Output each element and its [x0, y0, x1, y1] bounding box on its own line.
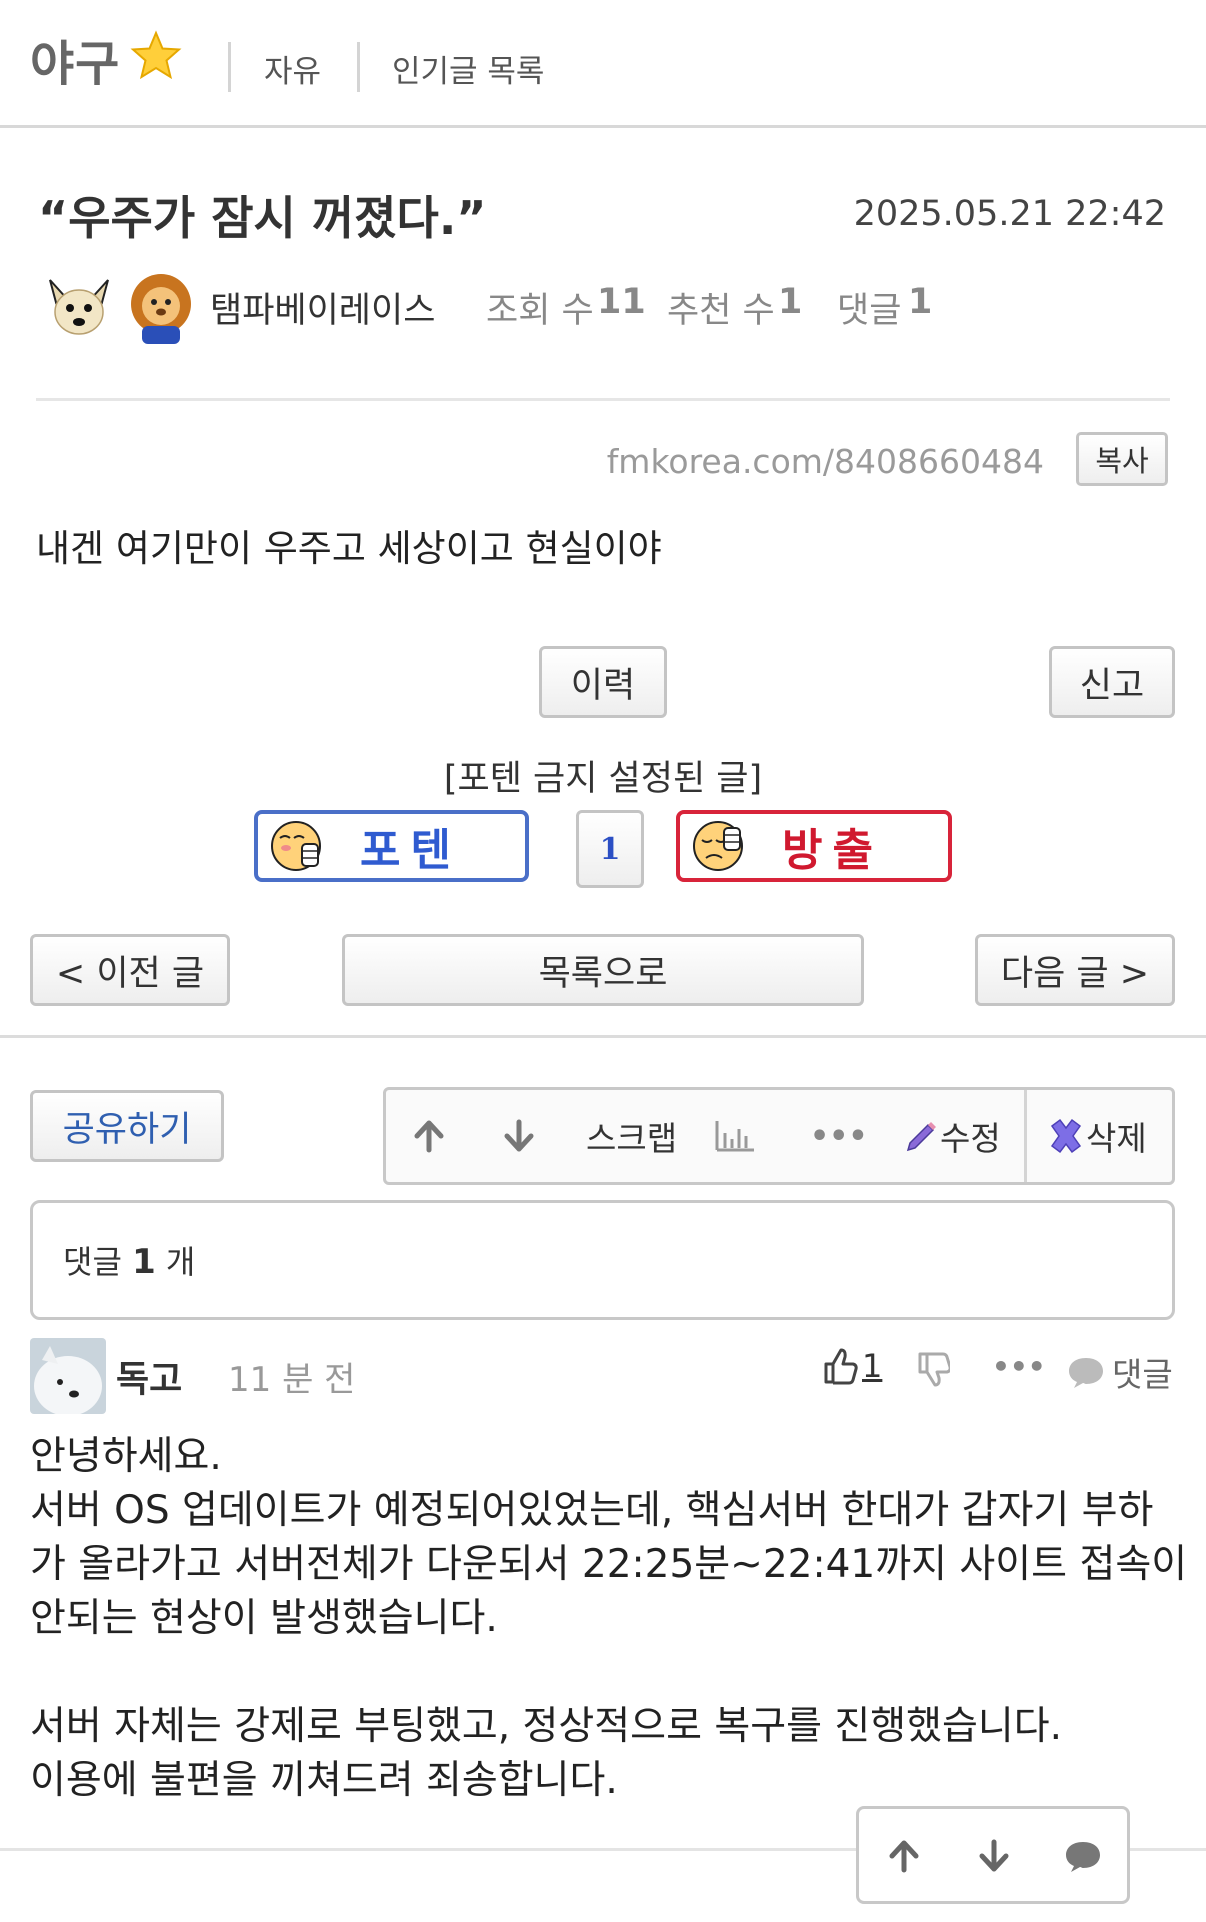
scroll-down-button[interactable]: [977, 1839, 1011, 1877]
comment-dislike-button[interactable]: [916, 1350, 952, 1392]
board-header: 야구 자유 인기글 목록: [0, 0, 1206, 128]
header-link-popular[interactable]: 인기글 목록: [392, 46, 544, 91]
toolbar-divider: [1024, 1090, 1027, 1182]
recommend-label: 추천 수: [667, 291, 775, 331]
post-date: 2025.05.21 22:42: [853, 194, 1166, 234]
report-button[interactable]: 신고: [1049, 646, 1175, 718]
comment-reply-label: 댓글: [1112, 1355, 1173, 1394]
stats-button[interactable]: [714, 1090, 756, 1182]
arrow-down-icon: [504, 1119, 534, 1152]
thumbs-down-smiley-icon: [693, 821, 743, 871]
comment-line: 서버 자체는 강제로 부팅했고, 정상적으로 복구를 진행했습니다.: [30, 1704, 1063, 1749]
commenter-avatar[interactable]: [30, 1338, 106, 1414]
comment-like-count: 1: [862, 1347, 883, 1385]
arrow-up-icon: [414, 1120, 444, 1153]
commenter-name[interactable]: 독고: [116, 1350, 182, 1402]
scroll-up-button[interactable]: [887, 1839, 921, 1877]
list-button[interactable]: 목록으로: [342, 934, 864, 1006]
comment-count-suffix: 개: [165, 1243, 196, 1281]
arrow-up-icon: [889, 1840, 919, 1873]
downvote-label: 방출: [782, 825, 883, 876]
edit-button[interactable]: 수정: [902, 1090, 1001, 1182]
comment-count-number: 1: [132, 1242, 156, 1282]
thumbs-down-icon: [918, 1352, 952, 1387]
comment-count-box: 댓글 1 개: [30, 1200, 1175, 1320]
comments-label: 댓글: [837, 291, 902, 331]
downvote-button[interactable]: 방출: [676, 810, 952, 882]
delete-x-icon: [1050, 1118, 1082, 1154]
comment-count-prefix: 댓글: [63, 1243, 122, 1281]
jump-to-comments-button[interactable]: [1063, 1839, 1103, 1877]
recommend-count: 1: [778, 282, 803, 322]
fox-level-icon: [42, 270, 116, 344]
more-dots-icon: •••: [992, 1350, 1046, 1383]
more-options-button[interactable]: •••: [810, 1090, 868, 1182]
comment-like-button[interactable]: 1: [822, 1346, 882, 1386]
share-button[interactable]: 공유하기: [30, 1090, 224, 1162]
views-label: 조회 수: [486, 291, 594, 331]
upvote-button[interactable]: 포텐: [254, 810, 529, 882]
post-url: fmkorea.com/8408660484: [606, 442, 1044, 481]
star-icon[interactable]: [130, 30, 182, 82]
scrap-button[interactable]: 스크랩: [586, 1090, 677, 1182]
floating-action-toolbar: [856, 1806, 1130, 1904]
views-count: 11: [597, 282, 646, 322]
post-title: “우주가 잠시 꺼졌다.”: [38, 191, 487, 245]
header-link-free[interactable]: 자유: [264, 46, 321, 91]
thumbs-up-smiley-icon: [271, 821, 321, 871]
next-post-button[interactable]: 다음 글 >: [975, 934, 1175, 1006]
speech-bubble-icon: [1069, 1358, 1103, 1388]
vote-caption: [포텐 금지 설정된 글]: [443, 759, 763, 799]
pencil-icon: [906, 1122, 936, 1152]
upvote-label: 포텐: [360, 825, 461, 876]
downvote-arrow-button[interactable]: [502, 1090, 536, 1182]
prev-post-button[interactable]: < 이전 글: [30, 934, 230, 1006]
post-author[interactable]: 탬파베이레이스: [210, 282, 435, 333]
more-dots-icon: •••: [810, 1118, 868, 1154]
copy-url-button[interactable]: 복사: [1076, 432, 1168, 486]
delete-label: 삭제: [1086, 1119, 1147, 1158]
header-divider: [228, 42, 231, 92]
delete-button[interactable]: 삭제: [1046, 1090, 1147, 1182]
comment-line: 가 올라가고 서버전체가 다운되서 22:25분~22:41까지 사이트 접속이: [30, 1542, 1188, 1587]
comment-line: 서버 OS 업데이트가 예정되어있었는데, 핵심서버 한대가 갑자기 부하: [30, 1488, 1154, 1533]
header-divider: [357, 42, 360, 92]
comment-count: 댓글 1 개: [63, 1237, 195, 1283]
comments-count: 1: [908, 282, 933, 322]
history-button[interactable]: 이력: [539, 646, 667, 718]
comment-line: 안녕하세요.: [30, 1434, 222, 1479]
comment-reply-button[interactable]: 댓글: [1066, 1348, 1173, 1396]
thumbs-up-icon: [824, 1348, 858, 1385]
speech-bubble-icon: [1066, 1842, 1100, 1872]
comment-more-button[interactable]: •••: [992, 1350, 1046, 1383]
arrow-down-icon: [979, 1839, 1009, 1872]
edit-label: 수정: [940, 1119, 1001, 1158]
lion-team-icon: [124, 270, 198, 344]
post-body: 내겐 여기만이 우주고 세상이고 현실이야: [36, 527, 662, 570]
divider: [0, 1035, 1206, 1038]
divider: [36, 398, 1170, 401]
post-action-toolbar: 스크랩 ••• 수정 삭제: [383, 1087, 1175, 1185]
comment-time: 11 분 전: [228, 1360, 356, 1400]
comment-line: 안되는 현상이 발생했습니다.: [30, 1596, 498, 1641]
vote-count: 1: [576, 810, 644, 888]
board-title[interactable]: 야구: [30, 24, 120, 94]
bar-chart-icon: [715, 1121, 754, 1152]
comment-line: 이용에 불편을 끼쳐드려 죄송합니다.: [30, 1758, 618, 1803]
upvote-arrow-button[interactable]: [412, 1090, 446, 1182]
